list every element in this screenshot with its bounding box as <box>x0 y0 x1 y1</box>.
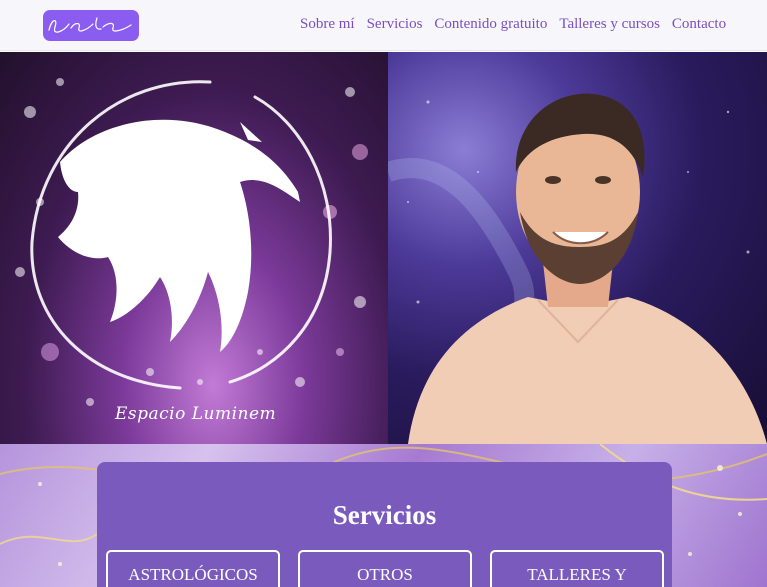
nav-link-servicios[interactable]: Servicios <box>367 16 423 33</box>
services-title: Servicios <box>332 500 437 530</box>
main-nav: Sobre mí Servicios Contenido gratuito Ta… <box>300 16 726 33</box>
nav-link-talleres-y-cursos[interactable]: Talleres y cursos <box>559 16 660 33</box>
hero-section: Espacio Luminem <box>0 52 767 444</box>
service-button-otros[interactable]: OTROS <box>298 550 472 587</box>
brand-image: Espacio Luminem <box>0 52 388 444</box>
nav-link-contacto[interactable]: Contacto <box>672 16 726 33</box>
nav-link-sobre-mi[interactable]: Sobre mí <box>300 16 355 33</box>
profile-photo <box>388 52 767 444</box>
services-section: Servicios ASTROLÓGICOS OTROS TALLERES Y <box>0 444 767 587</box>
bokeh-background <box>15 78 368 406</box>
site-header: Sobre mí Servicios Contenido gratuito Ta… <box>0 0 767 51</box>
brand-signature: Espacio Luminem <box>115 404 277 424</box>
nav-link-contenido-gratuito[interactable]: Contenido gratuito <box>434 16 547 33</box>
logo-script-icon <box>48 17 132 33</box>
site-logo[interactable] <box>43 10 139 41</box>
services-card: Servicios ASTROLÓGICOS OTROS TALLERES Y <box>97 462 672 587</box>
service-button-astrologicos[interactable]: ASTROLÓGICOS <box>106 550 280 587</box>
service-button-talleres[interactable]: TALLERES Y <box>490 550 664 587</box>
portrait-illustration <box>388 93 767 444</box>
